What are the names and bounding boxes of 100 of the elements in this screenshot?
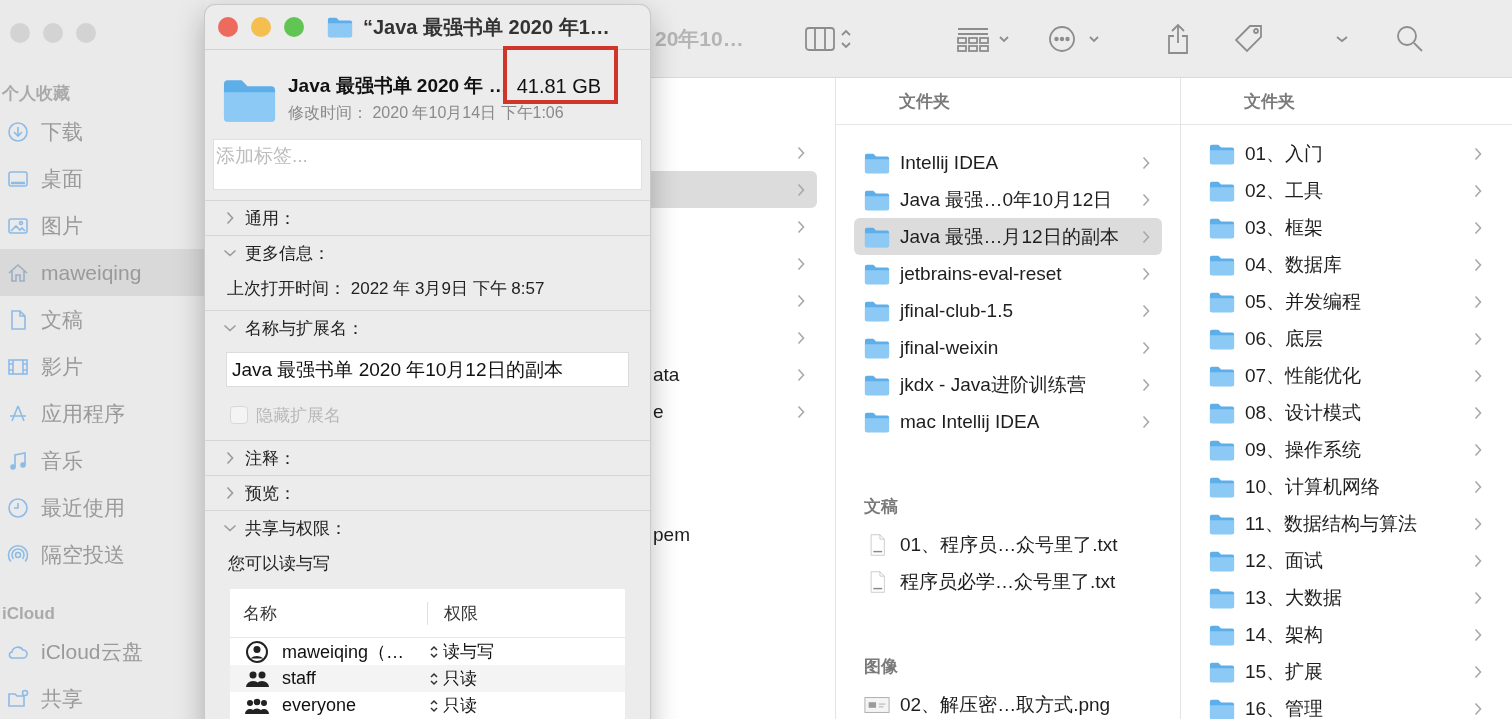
user-name: maweiqing（…	[282, 640, 405, 664]
file-row[interactable]: jfinal-weixin	[854, 329, 1162, 366]
permission-summary: 您可以读与写	[227, 553, 331, 574]
file-row[interactable]: jfinal-club-1.5	[854, 292, 1162, 329]
folder-icon	[327, 16, 353, 38]
file-row[interactable]: e	[651, 393, 817, 430]
up-down-icon	[429, 670, 439, 687]
folder-icon	[864, 299, 890, 322]
folder-icon	[1209, 253, 1235, 276]
folder-icon	[864, 262, 890, 285]
file-row[interactable]: 12、面试	[1199, 542, 1494, 579]
folder-icon	[864, 336, 890, 359]
file-row[interactable]: Java 最强…月12日的副本	[854, 218, 1162, 255]
file-row[interactable]: 10、计算机网络	[1199, 468, 1494, 505]
section-title: 文稿	[864, 495, 898, 518]
file-row[interactable]: Java 最强…0年10月12日	[854, 181, 1162, 218]
folder-icon	[1209, 512, 1235, 535]
person-icon	[244, 639, 270, 664]
file-row[interactable]: 05、并发编程	[1199, 283, 1494, 320]
window-control-button[interactable]	[251, 17, 271, 37]
chevron-right-icon	[797, 367, 805, 382]
file-row[interactable]: pem	[651, 516, 817, 553]
section-header[interactable]: 预览：	[205, 476, 650, 510]
chevron-right-icon	[1474, 405, 1482, 420]
privilege-popup[interactable]: 只读	[427, 667, 625, 690]
chevron-right-icon	[1474, 479, 1482, 494]
tags-field[interactable]: 添加标签...	[213, 139, 642, 190]
name-field[interactable]: Java 最强书单 2020 年10月12日的副本	[226, 352, 629, 387]
search-icon[interactable]	[1395, 24, 1424, 53]
sidebar-section-title: iCloud	[1, 603, 56, 625]
sidebar-section-title: 个人收藏	[1, 83, 71, 105]
file-row[interactable]: Intellij IDEA	[854, 144, 1162, 181]
section-header[interactable]: 通用：	[205, 201, 650, 235]
up-down-icon	[429, 697, 439, 714]
file-row[interactable]: 02、工具	[1199, 172, 1494, 209]
chevron-down-icon[interactable]	[1334, 33, 1349, 44]
chevron-right-icon	[1142, 229, 1150, 244]
file-row[interactable]: jetbrains-eval-reset	[854, 255, 1162, 292]
file-row[interactable]: 02、解压密…取方式.png	[854, 686, 1162, 719]
file-row[interactable]: 06、底层	[1199, 320, 1494, 357]
section-title: 图像	[864, 655, 898, 678]
tag-icon[interactable]	[1232, 22, 1265, 55]
chevron-right-icon	[797, 330, 805, 345]
user-name: everyone	[282, 695, 357, 716]
section-header[interactable]: 名称与扩展名：	[205, 311, 650, 345]
modified-date: 修改时间： 2020 年10月14日 下午1:06	[288, 103, 565, 123]
file-row[interactable]: 16、管理	[1199, 690, 1494, 719]
file-row[interactable]: 14、架构	[1199, 616, 1494, 653]
column-header: 文件夹	[1244, 90, 1295, 113]
chevron-right-icon	[1474, 294, 1482, 309]
file-row[interactable]: ata	[651, 356, 817, 393]
section-header[interactable]: 更多信息：	[205, 236, 650, 270]
column-header[interactable]: 名称	[230, 601, 427, 625]
download-icon	[6, 119, 30, 144]
file-row[interactable]: 11、数据结构与算法	[1199, 505, 1494, 542]
folder-icon	[1209, 586, 1235, 609]
folder-icon	[864, 188, 890, 211]
window-title: “Java 最强书单 2020 年1…	[363, 14, 610, 40]
file-row[interactable]: 08、设计模式	[1199, 394, 1494, 431]
chevron-right-icon	[797, 293, 805, 308]
share-icon[interactable]	[1165, 22, 1190, 55]
chevron-right-icon	[1474, 257, 1482, 272]
folder-icon	[1209, 179, 1235, 202]
folder-icon	[1209, 364, 1235, 387]
privilege-popup[interactable]: 读与写	[427, 640, 625, 663]
chevron-right-icon	[1474, 220, 1482, 235]
file-row[interactable]: 03、框架	[1199, 209, 1494, 246]
chevron-right-icon	[1474, 664, 1482, 679]
file-row[interactable]: 15、扩展	[1199, 653, 1494, 690]
folder-icon	[1209, 549, 1235, 572]
chevron-right-icon	[1142, 414, 1150, 429]
file-row[interactable]: jkdx - Java进阶训练营	[854, 366, 1162, 403]
chevron-right-icon	[1142, 155, 1150, 170]
column-view-icon[interactable]	[803, 24, 852, 53]
clock-icon	[6, 495, 30, 520]
folder-icon	[864, 410, 890, 433]
up-down-icon	[429, 643, 439, 660]
file-size: 41.81 GB	[516, 74, 602, 97]
chevron-right-icon	[1474, 442, 1482, 457]
file-row[interactable]: mac Intellij IDEA	[854, 403, 1162, 440]
folder-icon	[1209, 623, 1235, 646]
window-control-button[interactable]	[218, 17, 238, 37]
file-row[interactable]: 04、数据库	[1199, 246, 1494, 283]
column-header: 文件夹	[899, 90, 950, 113]
file-row[interactable]: 07、性能优化	[1199, 357, 1494, 394]
file-row[interactable]	[651, 171, 817, 208]
file-row[interactable]: 01、程序员…众号里了.txt	[854, 526, 1162, 563]
section-header[interactable]: 注释：	[205, 441, 650, 475]
chevron-right-icon	[1474, 183, 1482, 198]
section-header[interactable]: 共享与权限：	[205, 511, 650, 545]
chevron-right-icon	[1142, 266, 1150, 281]
file-row[interactable]: 13、大数据	[1199, 579, 1494, 616]
column-header[interactable]: 权限	[427, 601, 625, 625]
file-row[interactable]: 01、入门	[1199, 135, 1494, 172]
window-control-button[interactable]	[284, 17, 304, 37]
folder-icon	[864, 151, 890, 174]
file-row[interactable]: 09、操作系统	[1199, 431, 1494, 468]
chevron-right-icon	[797, 404, 805, 419]
privilege-popup[interactable]: 只读	[427, 694, 625, 717]
file-row[interactable]: 程序员必学…众号里了.txt	[854, 563, 1162, 600]
